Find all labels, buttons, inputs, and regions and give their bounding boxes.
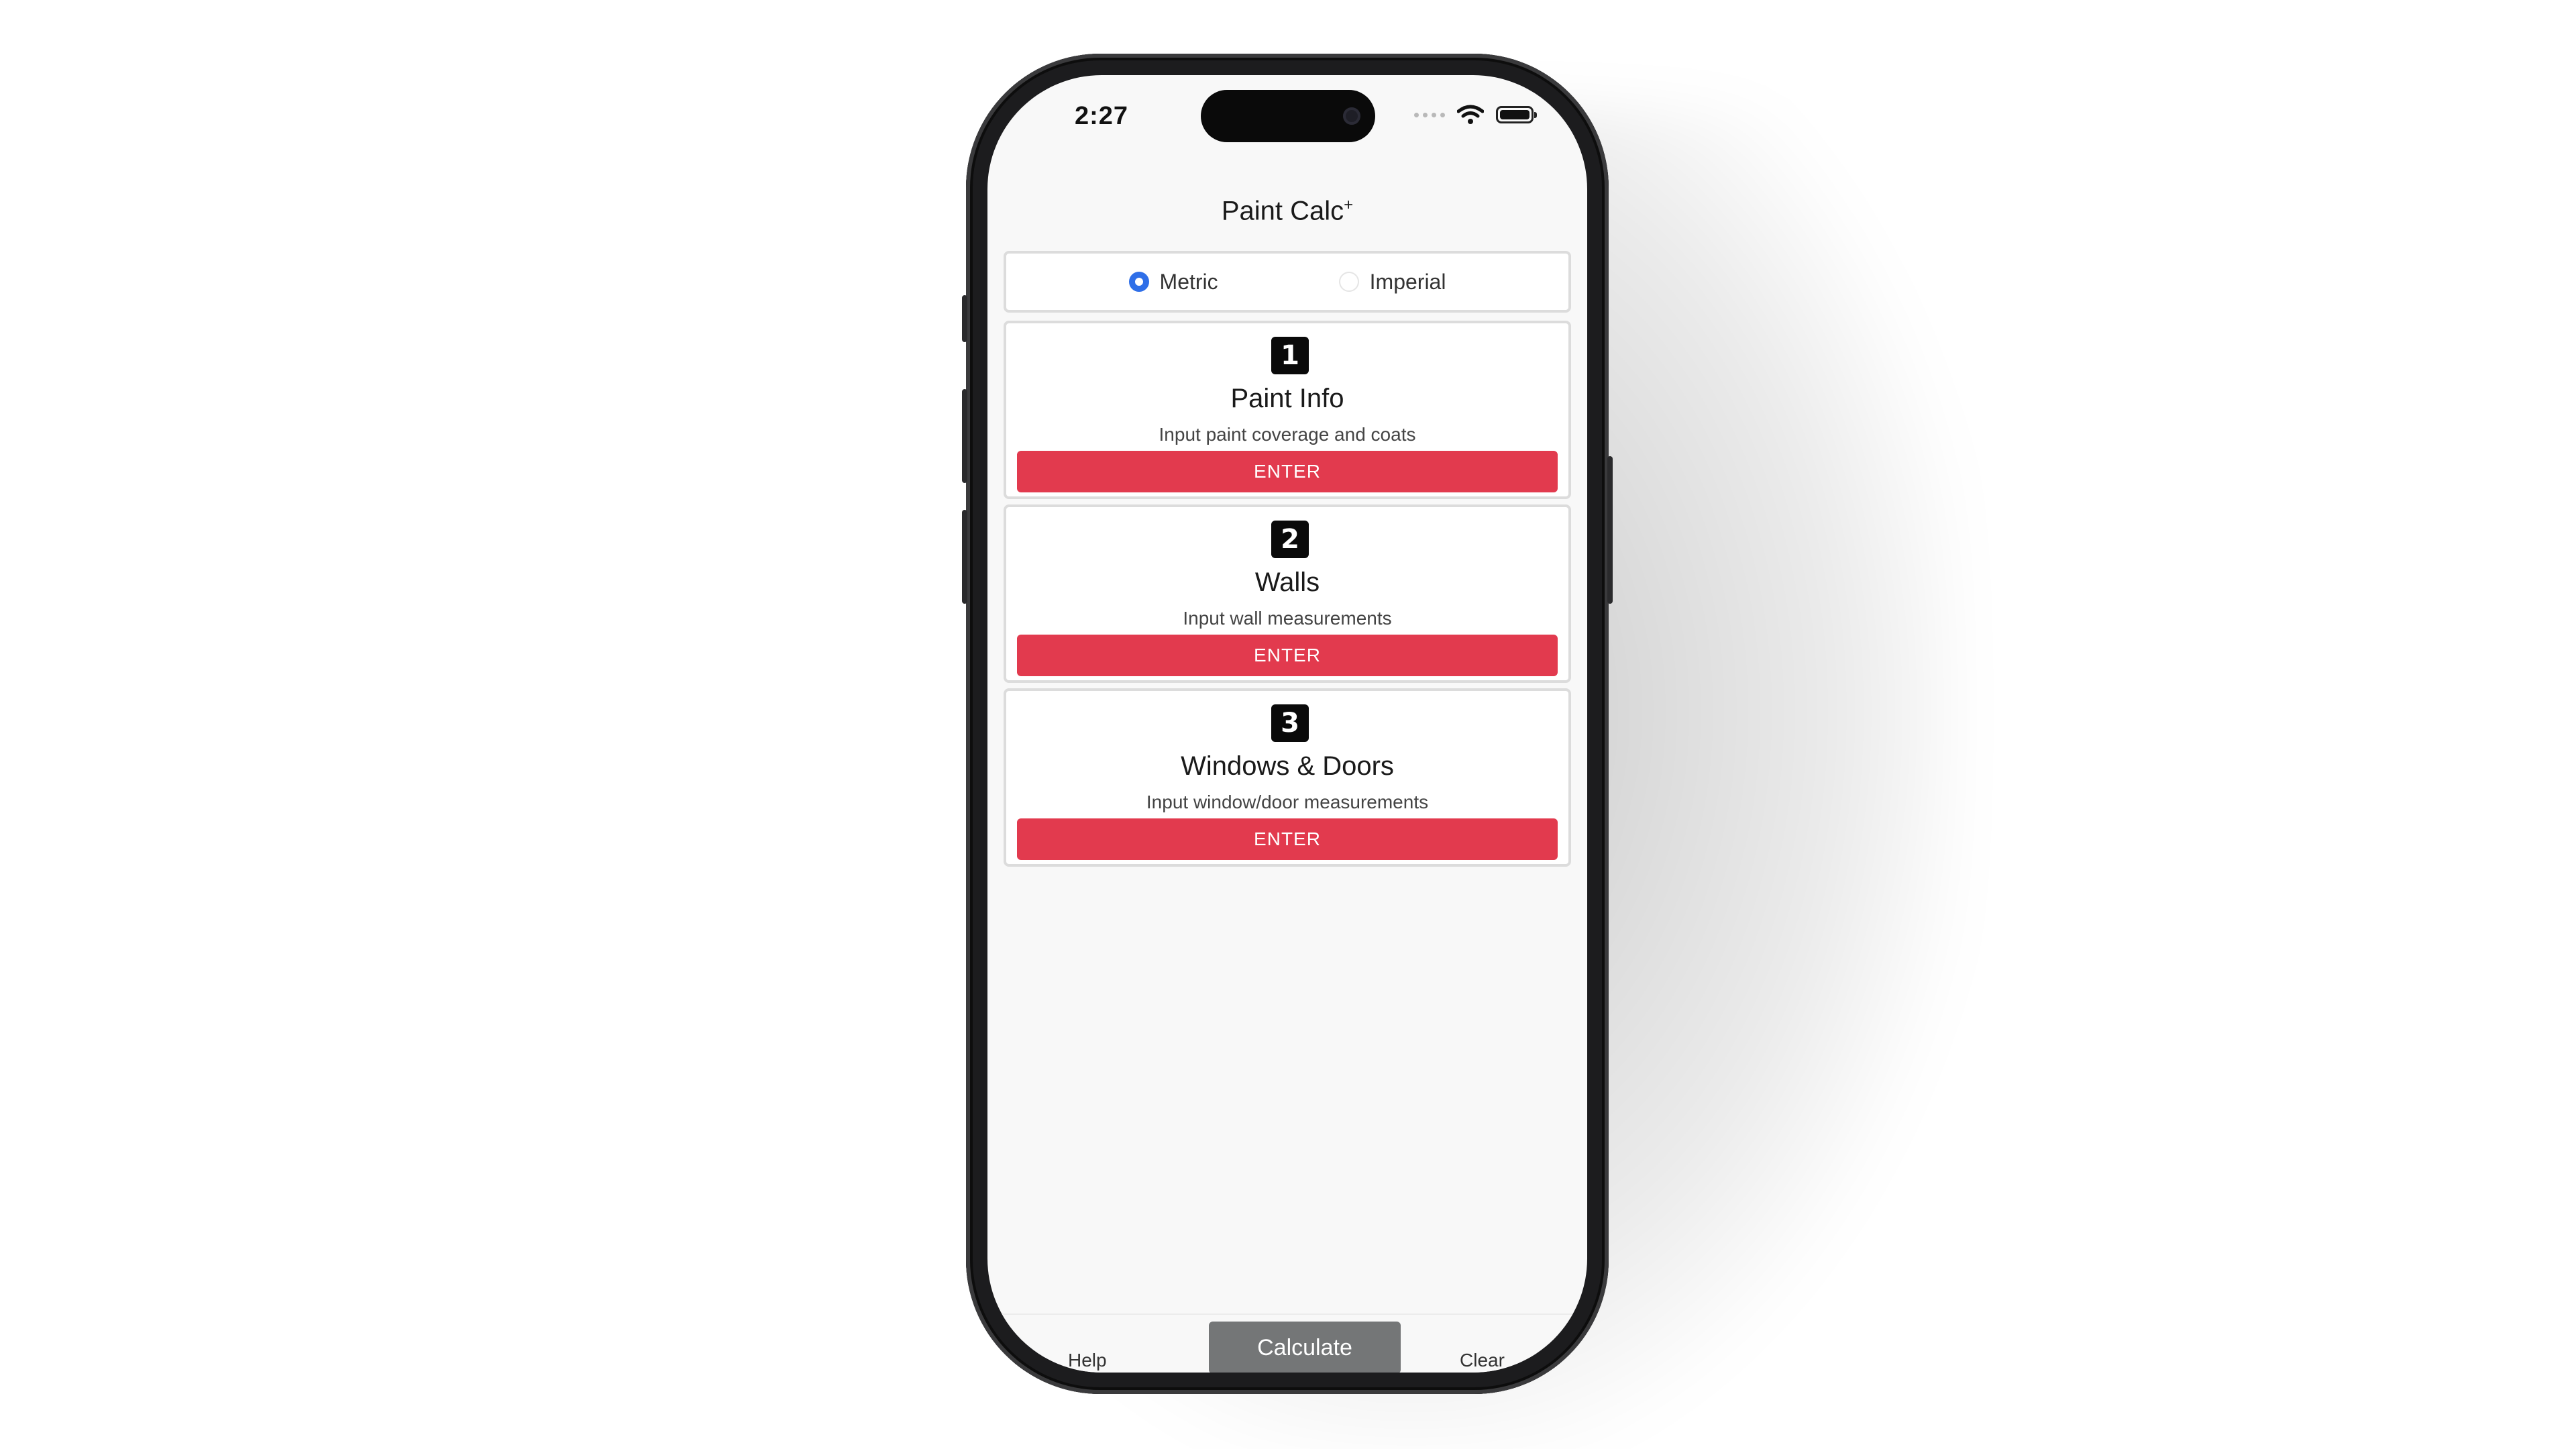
enter-windows-doors-button[interactable]: ENTER [1017,818,1558,860]
card-title: Windows & Doors [1181,751,1394,781]
unit-option-metric[interactable]: Metric [1128,269,1218,294]
cellular-signal-icon [1414,112,1445,117]
status-time: 2:27 [1075,102,1129,130]
action-button [962,295,967,342]
card-subtitle: Input paint coverage and coats [1159,424,1416,445]
card-title: Paint Info [1230,384,1344,413]
enter-walls-button[interactable]: ENTER [1017,635,1558,676]
card-paint-info: 1 Paint Info Input paint coverage and co… [1004,321,1571,499]
status-bar: 2:27 [987,75,1587,176]
camera-icon [1343,107,1360,125]
app-title-text: Paint Calc [1221,196,1344,226]
card-title: Walls [1254,568,1320,597]
power-button [1607,456,1613,604]
card-subtitle: Input wall measurements [1183,608,1392,629]
app-title-superscript: + [1344,196,1354,214]
unit-option-imperial[interactable]: Imperial [1338,269,1446,294]
number-three-icon: 3 [1271,704,1309,742]
radio-imperial[interactable] [1338,272,1359,292]
stage: 2:27 Paint Calc+ Metric Imperial 1 Paint… [0,0,2576,1449]
phone-frame: 2:27 Paint Calc+ Metric Imperial 1 Paint… [962,54,1613,1394]
help-button[interactable]: Help [1068,1350,1107,1371]
number-one-icon: 1 [1271,337,1309,374]
enter-paint-info-button[interactable]: ENTER [1017,451,1558,492]
battery-icon [1496,106,1537,123]
wifi-icon [1457,105,1484,124]
clear-button[interactable]: Clear [1460,1350,1505,1371]
card-windows-doors: 3 Windows & Doors Input window/door meas… [1004,688,1571,867]
unit-option-label: Imperial [1369,269,1446,294]
number-two-icon: 2 [1271,521,1309,558]
unit-option-label: Metric [1159,269,1218,294]
calculate-button[interactable]: Calculate [1209,1322,1401,1373]
phone-screen: 2:27 Paint Calc+ Metric Imperial 1 Paint… [987,75,1587,1373]
radio-metric[interactable] [1128,272,1149,292]
status-icons [1414,105,1537,125]
volume-down-button [962,510,967,604]
card-subtitle: Input window/door measurements [1146,792,1429,812]
unit-selector: Metric Imperial [1004,251,1571,313]
dynamic-island [1201,90,1375,142]
page-title: Paint Calc+ [987,196,1587,226]
volume-up-button [962,389,967,483]
card-walls: 2 Walls Input wall measurements ENTER [1004,504,1571,683]
